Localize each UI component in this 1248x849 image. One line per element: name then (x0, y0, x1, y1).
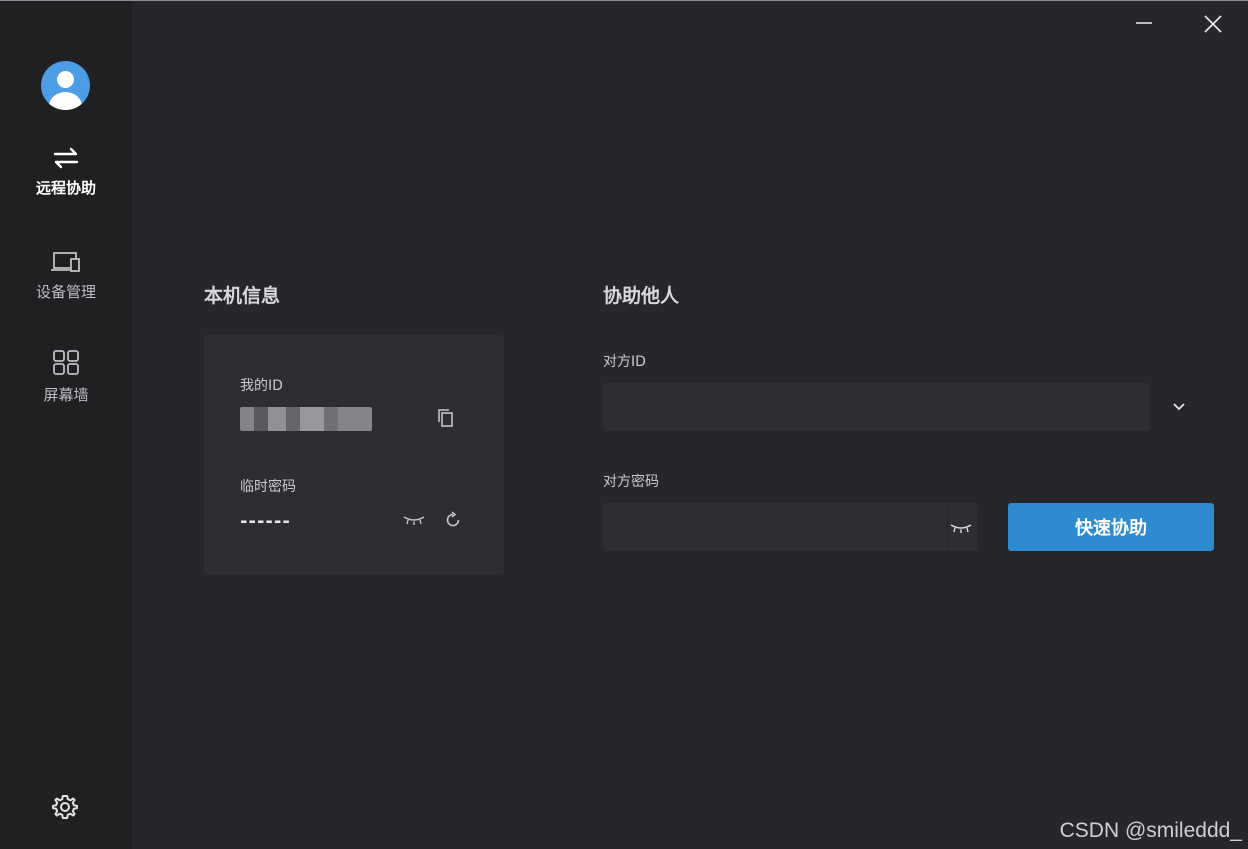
swap-arrows-icon (0, 147, 132, 169)
eye-closed-icon (950, 523, 972, 535)
grid-icon (0, 350, 132, 376)
watermark: CSDN @smileddd_ (1059, 819, 1242, 842)
temp-password-value: ------ (240, 511, 291, 532)
sidebar-item-remote-assist[interactable]: 远程协助 (0, 147, 132, 198)
refresh-icon[interactable] (444, 511, 462, 529)
local-info-card: 我的ID 临时密码 ------ (204, 335, 504, 575)
minimize-icon (1136, 22, 1152, 24)
local-info-title: 本机信息 (204, 285, 281, 307)
sidebar-item-label: 屏幕墙 (43, 386, 89, 404)
sidebar-item-device-manage[interactable]: 设备管理 (0, 251, 132, 302)
close-icon (1204, 15, 1222, 33)
peer-id-label: 对方ID (603, 354, 646, 370)
sidebar-item-label: 远程协助 (35, 179, 96, 197)
peer-password-input[interactable] (603, 503, 947, 551)
sidebar: 远程协助 设备管理 屏幕墙 (0, 1, 132, 849)
quick-assist-button[interactable]: 快速协助 (1008, 503, 1214, 551)
eye-closed-icon[interactable] (403, 515, 425, 527)
my-id-label: 我的ID (240, 378, 283, 394)
devices-icon (0, 251, 132, 273)
close-button[interactable] (1201, 12, 1225, 36)
chevron-down-icon[interactable] (1171, 400, 1187, 414)
toggle-password-visibility[interactable] (948, 503, 977, 551)
peer-id-input[interactable] (603, 383, 1150, 431)
sidebar-item-label: 设备管理 (35, 283, 96, 301)
minimize-button[interactable] (1132, 12, 1156, 36)
peer-password-label: 对方密码 (603, 474, 659, 490)
avatar[interactable] (41, 61, 90, 110)
gear-icon[interactable] (51, 793, 79, 821)
sidebar-item-screen-wall[interactable]: 屏幕墙 (0, 350, 132, 405)
copy-icon[interactable] (437, 408, 455, 428)
temp-password-label: 临时密码 (240, 479, 296, 495)
assist-others-title: 协助他人 (603, 285, 680, 307)
my-id-value-masked (240, 407, 372, 431)
window-top-border (0, 0, 1248, 1)
